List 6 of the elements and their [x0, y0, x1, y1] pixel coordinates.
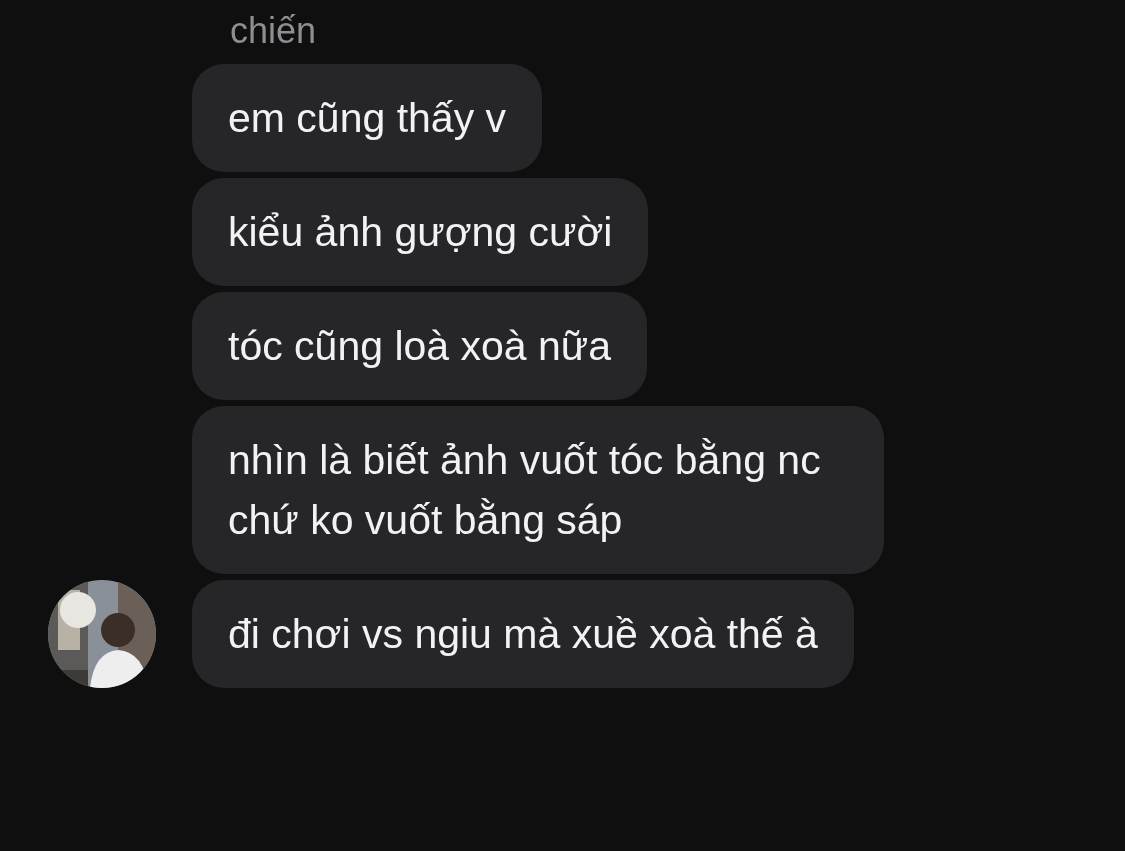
sender-name: chiến — [230, 10, 318, 52]
message-bubble: kiểu ảnh gượng cười — [192, 178, 649, 286]
message-bubble: đi chơi vs ngiu mà xuề xoà thế à — [192, 580, 854, 688]
message-bubble: nhìn là biết ảnh vuốt tóc bằng nc chứ ko vuốt bằng sáp — [192, 406, 884, 574]
message-bubble: tóc cũng loà xoà nữa — [192, 292, 648, 400]
message-bubble: em cũng thấy v — [192, 64, 543, 172]
